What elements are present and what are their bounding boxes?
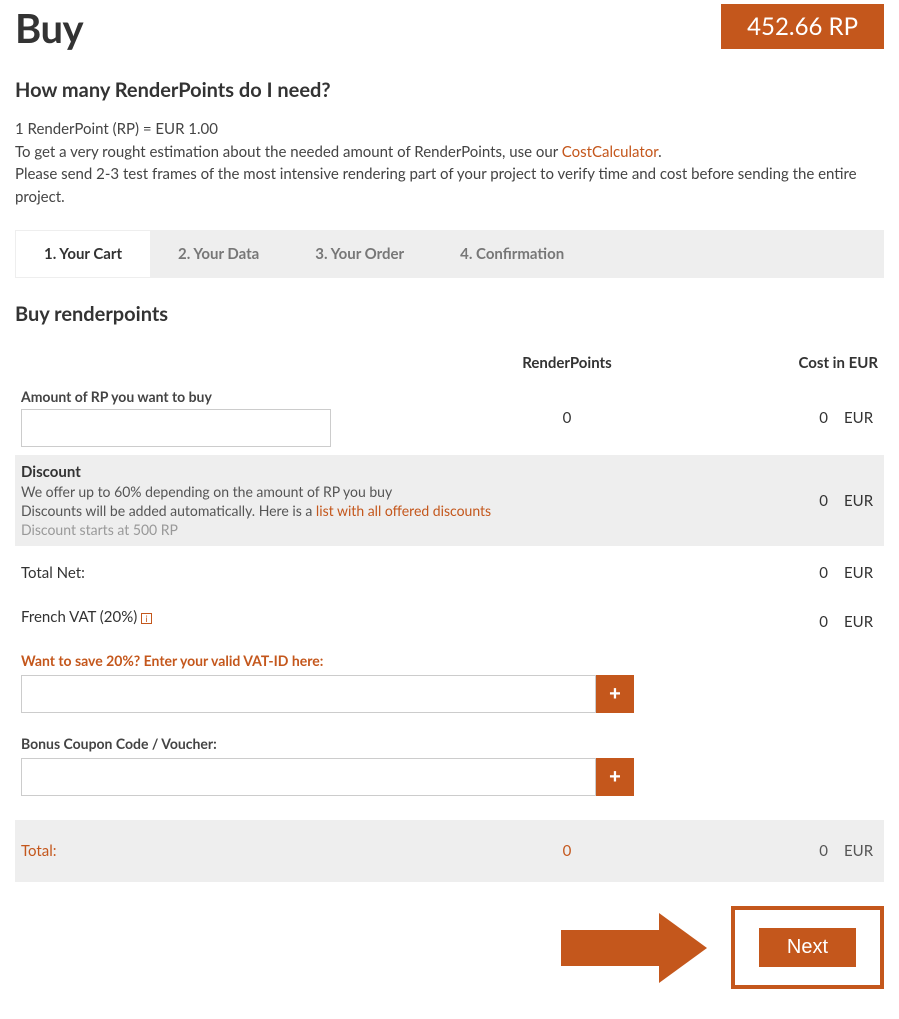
net-cost: 0 (754, 546, 834, 600)
discount-note: Discount starts at 500 RP (21, 521, 748, 538)
discount-heading: Discount (21, 463, 748, 481)
coupon-input[interactable] (21, 758, 596, 796)
tab-your-cart[interactable]: 1. Your Cart (16, 231, 150, 277)
intro-heading: How many RenderPoints do I need? (15, 78, 884, 102)
discount-cost: 0 (754, 455, 834, 546)
vat-cost: 0 (754, 600, 834, 644)
section-title: Buy renderpoints (15, 302, 884, 326)
total-unit: EUR (834, 820, 884, 882)
col-renderpoints: RenderPoints (380, 346, 754, 380)
vatid-input[interactable] (21, 675, 596, 713)
discount-sub1: We offer up to 60% depending on the amou… (21, 483, 748, 500)
balance-badge: 452.66 RP (721, 4, 884, 49)
tab-confirmation[interactable]: 4. Confirmation (432, 231, 592, 277)
vat-unit: EUR (834, 600, 884, 644)
amount-unit: EUR (834, 380, 884, 455)
cost-calculator-link[interactable]: CostCalculator (562, 143, 658, 161)
tab-your-data[interactable]: 2. Your Data (150, 231, 287, 277)
total-label: Total: (15, 820, 380, 882)
discounts-list-link[interactable]: list with all offered discounts (316, 502, 491, 519)
vatid-add-button[interactable]: + (596, 675, 634, 713)
coupon-label: Bonus Coupon Code / Voucher: (21, 735, 878, 752)
intro-line2: To get a very rought estimation about th… (15, 141, 884, 164)
intro-line1: 1 RenderPoint (RP) = EUR 1.00 (15, 118, 884, 141)
amount-cost: 0 (754, 380, 834, 455)
discount-sub2: Discounts will be added automatically. H… (21, 502, 748, 519)
col-cost: Cost in EUR (754, 346, 884, 380)
coupon-add-button[interactable]: + (596, 758, 634, 796)
info-icon[interactable]: i (141, 613, 152, 624)
amount-input[interactable] (21, 409, 331, 447)
net-unit: EUR (834, 546, 884, 600)
next-highlight-box: Next (731, 906, 884, 989)
tab-your-order[interactable]: 3. Your Order (287, 231, 432, 277)
vat-label: French VAT (20%) (21, 608, 137, 626)
intro-line3: Please send 2-3 test frames of the most … (15, 163, 884, 208)
total-rp: 0 (380, 820, 754, 882)
arrow-icon (561, 913, 721, 983)
page-title: Buy (15, 4, 83, 52)
amount-rp: 0 (380, 380, 754, 455)
vatid-label: Want to save 20%? Enter your valid VAT-I… (21, 652, 878, 669)
checkout-tabs: 1. Your Cart 2. Your Data 3. Your Order … (15, 230, 884, 278)
discount-unit: EUR (834, 455, 884, 546)
next-button[interactable]: Next (759, 928, 856, 967)
net-label: Total Net: (15, 546, 754, 600)
total-cost: 0 (754, 820, 834, 882)
amount-label: Amount of RP you want to buy (21, 388, 374, 405)
